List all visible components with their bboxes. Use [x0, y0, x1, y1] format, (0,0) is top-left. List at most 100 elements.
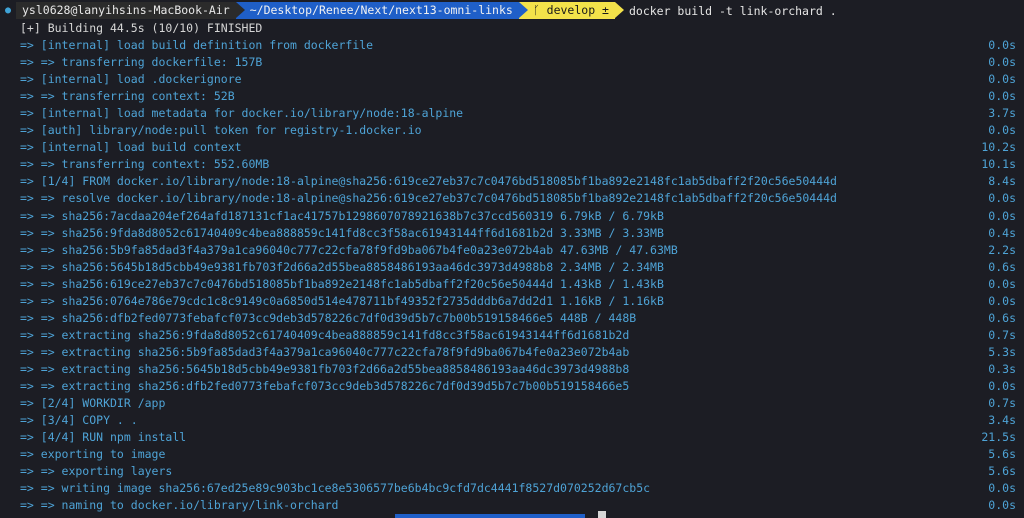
build-step-text: => [2/4] WORKDIR /app	[20, 396, 166, 411]
prompt-path-segment: ~/Desktop/Renee/Next/next13-omni-links	[235, 2, 528, 19]
build-step-line: => => writing image sha256:67ed25e89c903…	[20, 480, 1016, 497]
build-step-text: => [4/4] RUN npm install	[20, 430, 187, 445]
build-step-time: 0.6s	[988, 259, 1016, 274]
build-step-time: 0.0s	[988, 89, 1016, 104]
build-step-text: => [3/4] COPY . .	[20, 413, 138, 428]
build-step-text: => [internal] load .dockerignore	[20, 72, 242, 87]
build-step-text: => => extracting sha256:5645b18d5cbb49e9…	[20, 361, 630, 376]
build-step-text: => => sha256:5b9fa85dad3f4a379a1ca96040c…	[20, 242, 678, 257]
build-step-time: 3.7s	[988, 106, 1016, 121]
build-step-time: 10.1s	[981, 157, 1016, 172]
build-step-text: => => extracting sha256:dfb2fed0773febaf…	[20, 378, 630, 393]
build-step-time: 10.2s	[981, 140, 1016, 155]
build-step-text: => exporting to image	[20, 447, 166, 462]
build-step-line: => [auth] library/node:pull token for re…	[20, 122, 1016, 139]
build-step-text: => [internal] load build context	[20, 140, 242, 155]
build-step-line: => => transferring dockerfile: 157B 0.0s	[20, 54, 1016, 71]
git-branch-icon: ᚴ	[532, 3, 547, 17]
build-header-text: [+] Building 44.5s (10/10) FINISHED	[20, 21, 263, 35]
build-step-time: 5.6s	[988, 447, 1016, 462]
build-step-line: => => extracting sha256:dfb2fed0773febaf…	[20, 378, 1016, 395]
build-step-text: => => sha256:9fda8d8052c61740409c4bea888…	[20, 225, 664, 240]
build-step-line: => => sha256:5b9fa85dad3f4a379a1ca96040c…	[20, 242, 1016, 259]
build-output: [+] Building 44.5s (10/10) FINISHED => […	[20, 20, 1016, 514]
build-step-time: 0.0s	[988, 123, 1016, 138]
scroll-indicator	[395, 514, 585, 518]
build-step-line: => [internal] load metadata for docker.i…	[20, 105, 1016, 122]
shell-prompt: ● ysl0628@lanyihsins-MacBook-Air ~/Deskt…	[0, 2, 837, 19]
build-step-time: 3.4s	[988, 413, 1016, 428]
prompt-user-host-segment: ysl0628@lanyihsins-MacBook-Air	[16, 2, 245, 19]
build-step-text: => => sha256:7acdaa204ef264afd187131cf1a…	[20, 208, 664, 223]
build-step-text: => => resolve docker.io/library/node:18-…	[20, 191, 837, 206]
prompt-git-segment: ᚴ develop ±	[518, 2, 624, 19]
build-step-line: => => sha256:9fda8d8052c61740409c4bea888…	[20, 225, 1016, 242]
build-step-line: => => exporting layers 5.6s	[20, 463, 1016, 480]
build-step-line: => => sha256:619ce27eb37c7c0476bd518085b…	[20, 276, 1016, 293]
build-step-time: 0.6s	[988, 310, 1016, 325]
build-step-time: 0.0s	[988, 481, 1016, 496]
build-step-line: => exporting to image 5.6s	[20, 446, 1016, 463]
terminal-cursor	[598, 511, 606, 518]
build-step-time: 0.3s	[988, 361, 1016, 376]
build-step-line: => [internal] load build context 10.2s	[20, 139, 1016, 156]
prompt-path: ~/Desktop/Renee/Next/next13-omni-links	[249, 3, 513, 17]
build-step-line: => => sha256:dfb2fed0773febafcf073cc9deb…	[20, 310, 1016, 327]
build-step-text: => => sha256:5645b18d5cbb49e9381fb703f2d…	[20, 259, 664, 274]
build-step-text: => => transferring context: 552.60MB	[20, 157, 270, 172]
build-step-text: => [internal] load build definition from…	[20, 38, 374, 53]
build-step-line: => => naming to docker.io/library/link-o…	[20, 497, 1016, 514]
build-step-text: => => exporting layers	[20, 464, 173, 479]
prompt-user-host: ysl0628@lanyihsins-MacBook-Air	[22, 3, 230, 17]
build-step-line: => => extracting sha256:5645b18d5cbb49e9…	[20, 361, 1016, 378]
build-step-text: => => sha256:dfb2fed0773febafcf073cc9deb…	[20, 310, 637, 325]
build-step-time: 0.0s	[988, 498, 1016, 513]
build-step-time: 0.0s	[988, 55, 1016, 70]
build-step-line: => => extracting sha256:9fda8d8052c61740…	[20, 327, 1016, 344]
build-step-time: 0.0s	[988, 276, 1016, 291]
build-step-line: => => sha256:7acdaa204ef264afd187131cf1a…	[20, 208, 1016, 225]
build-step-time: 8.4s	[988, 174, 1016, 189]
build-step-text: => => extracting sha256:5b9fa85dad3f4a37…	[20, 344, 630, 359]
build-step-text: => => sha256:619ce27eb37c7c0476bd518085b…	[20, 276, 664, 291]
build-step-time: 0.4s	[988, 225, 1016, 240]
build-step-text: => [auth] library/node:pull token for re…	[20, 123, 422, 138]
build-step-line: => => resolve docker.io/library/node:18-…	[20, 190, 1016, 207]
build-step-time: 5.6s	[988, 464, 1016, 479]
build-step-text: => => writing image sha256:67ed25e89c903…	[20, 481, 651, 496]
build-step-text: => => naming to docker.io/library/link-o…	[20, 498, 339, 513]
build-step-line: => [internal] load build definition from…	[20, 37, 1016, 54]
build-step-time: 0.0s	[988, 378, 1016, 393]
build-step-line: => => transferring context: 552.60MB 10.1…	[20, 156, 1016, 173]
build-header: [+] Building 44.5s (10/10) FINISHED	[20, 20, 1016, 37]
build-step-time: 0.0s	[988, 38, 1016, 53]
build-step-time: 2.2s	[988, 242, 1016, 257]
build-step-line: => => transferring context: 52B 0.0s	[20, 88, 1016, 105]
build-step-text: => [internal] load metadata for docker.i…	[20, 106, 464, 121]
build-step-line: => => sha256:5645b18d5cbb49e9381fb703f2d…	[20, 259, 1016, 276]
build-step-line: => => sha256:0764e786e79cdc1c8c9149c0a68…	[20, 293, 1016, 310]
build-step-time: 0.0s	[988, 293, 1016, 308]
build-step-time: 0.7s	[988, 327, 1016, 342]
build-step-text: => => sha256:0764e786e79cdc1c8c9149c0a68…	[20, 293, 664, 308]
build-step-time: 0.0s	[988, 191, 1016, 206]
build-step-time: 21.5s	[981, 430, 1016, 445]
terminal-window[interactable]: ● ysl0628@lanyihsins-MacBook-Air ~/Deskt…	[0, 0, 1024, 518]
build-step-time: 5.3s	[988, 344, 1016, 359]
build-step-text: => => extracting sha256:9fda8d8052c61740…	[20, 327, 630, 342]
build-step-line: => [1/4] FROM docker.io/library/node:18-…	[20, 173, 1016, 190]
build-step-text: => [1/4] FROM docker.io/library/node:18-…	[20, 174, 837, 189]
prompt-command: docker build -t link-orchard .	[628, 3, 837, 18]
build-step-line: => [3/4] COPY . . 3.4s	[20, 412, 1016, 429]
build-step-line: => [2/4] WORKDIR /app 0.7s	[20, 395, 1016, 412]
build-step-time: 0.0s	[988, 208, 1016, 223]
build-step-line: => [internal] load .dockerignore 0.0s	[20, 71, 1016, 88]
build-step-line: => [4/4] RUN npm install 21.5s	[20, 429, 1016, 446]
build-step-time: 0.7s	[988, 396, 1016, 411]
build-step-text: => => transferring dockerfile: 157B	[20, 55, 263, 70]
build-step-text: => => transferring context: 52B	[20, 89, 235, 104]
prompt-git-branch: develop ±	[546, 3, 609, 17]
build-step-time: 0.0s	[988, 72, 1016, 87]
status-dot-icon: ●	[4, 5, 12, 16]
build-step-line: => => extracting sha256:5b9fa85dad3f4a37…	[20, 344, 1016, 361]
